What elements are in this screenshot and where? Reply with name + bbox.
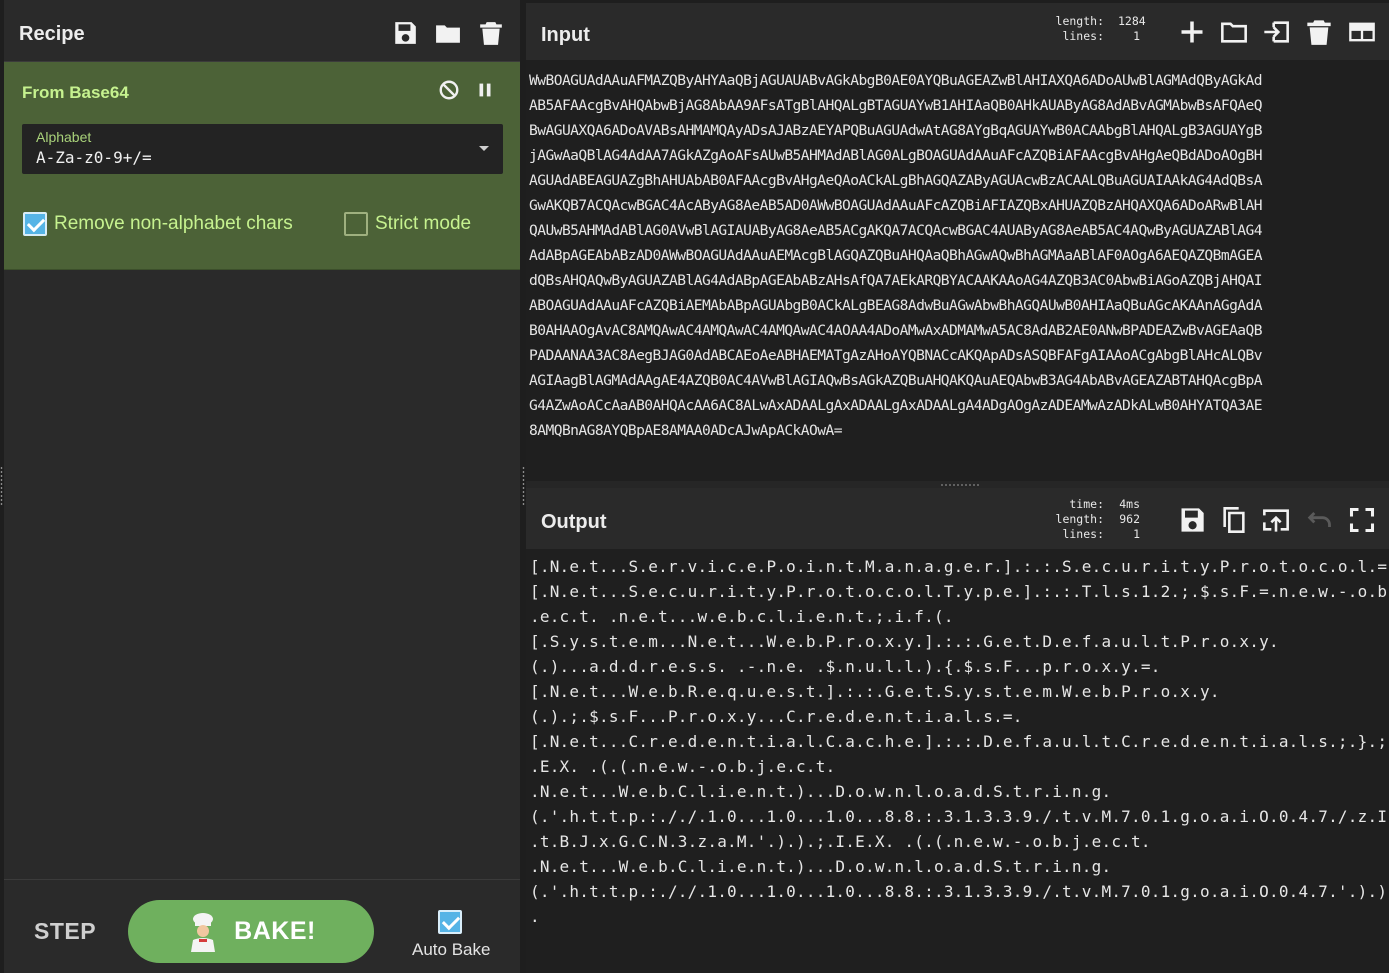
- output-panel: Output time: 4ms length: 962 lines: 1 [.N.e…: [526, 488, 1389, 973]
- alphabet-label: Alphabet: [36, 129, 92, 145]
- import-icon[interactable]: [1262, 18, 1290, 46]
- folder-icon[interactable]: [435, 19, 461, 47]
- step-button[interactable]: STEP: [34, 918, 96, 945]
- output-title: Output: [541, 511, 607, 533]
- alphabet-value: A-Za-z0-9+/=: [36, 148, 152, 167]
- input-length-label: length:: [1055, 14, 1104, 28]
- panel-divider-horizontal[interactable]: [526, 481, 1389, 488]
- output-header: Output time: 4ms length: 962 lines: 1: [526, 488, 1389, 549]
- add-icon[interactable]: [1178, 18, 1206, 46]
- recipe-panel: Recipe From Base64 Alphabet A-Za-z0-9+/=…: [0, 0, 522, 973]
- input-title: Input: [541, 24, 590, 46]
- chef-icon: [191, 912, 216, 952]
- maximize-icon[interactable]: [1348, 506, 1376, 534]
- copy-icon[interactable]: [1220, 506, 1248, 534]
- input-stats: length: 1284 lines: 1: [1052, 14, 1146, 44]
- auto-bake-checkbox[interactable]: [438, 910, 462, 934]
- checkbox-checked-icon[interactable]: [23, 212, 47, 236]
- strict-mode-label: Strict mode: [375, 213, 472, 234]
- output-lines-value: 1: [1133, 527, 1140, 541]
- output-lines-label: lines:: [1062, 527, 1104, 541]
- bake-label: BAKE!: [234, 917, 316, 945]
- input-panel: Input length: 1284 lines: 1 WwBOAGUAdAAuAF…: [526, 3, 1389, 481]
- recipe-header: Recipe: [4, 3, 520, 62]
- input-length-value: 1284: [1118, 14, 1146, 28]
- resize-handle-left[interactable]: [0, 466, 3, 506]
- remove-non-alphabet-label: Remove non-alphabet chars: [54, 213, 293, 234]
- output-time-value: 4ms: [1119, 497, 1140, 511]
- save-output-icon[interactable]: [1178, 506, 1206, 534]
- pause-icon[interactable]: [474, 79, 496, 101]
- alphabet-select[interactable]: Alphabet A-Za-z0-9+/=: [22, 124, 503, 174]
- checkbox-unchecked-icon[interactable]: [344, 212, 368, 236]
- bake-button[interactable]: BAKE!: [128, 900, 374, 963]
- remove-non-alphabet-checkbox[interactable]: Remove non-alphabet chars: [23, 210, 293, 238]
- save-icon[interactable]: [392, 19, 418, 47]
- recipe-title: Recipe: [19, 23, 85, 45]
- input-lines-value: 1: [1133, 29, 1140, 43]
- resize-handle-center[interactable]: [522, 466, 525, 506]
- output-length-label: length:: [1055, 512, 1104, 526]
- output-text: [.N.e.t...S.e.r.v.i.c.e.P.o.i.n.t.M.a.n.…: [530, 557, 1389, 926]
- layout-icon[interactable]: [1348, 18, 1376, 46]
- resize-handle-io[interactable]: [940, 484, 980, 486]
- input-textarea[interactable]: WwBOAGUAdAAuAFMAZQByAHYAaQBjAGUAUABvAGkA…: [529, 68, 1263, 443]
- trash-icon[interactable]: [478, 19, 504, 47]
- clear-input-icon[interactable]: [1305, 18, 1333, 46]
- output-time-label: time:: [1069, 497, 1104, 511]
- auto-bake-label: Auto Bake: [412, 940, 491, 959]
- bake-area: STEP BAKE! Auto Bake: [4, 879, 520, 973]
- chevron-down-icon: [479, 146, 489, 151]
- replace-input-icon[interactable]: [1262, 506, 1290, 534]
- strict-mode-checkbox[interactable]: Strict mode: [344, 210, 471, 238]
- operation-title: From Base64: [22, 83, 129, 102]
- input-lines-label: lines:: [1062, 29, 1104, 43]
- input-header: Input length: 1284 lines: 1: [526, 3, 1389, 60]
- undo-icon[interactable]: [1305, 506, 1333, 534]
- output-length-value: 962: [1119, 512, 1140, 526]
- disable-icon[interactable]: [438, 79, 460, 101]
- from-base64-operation: From Base64 Alphabet A-Za-z0-9+/= Remove…: [4, 62, 520, 270]
- output-stats: time: 4ms length: 962 lines: 1: [1052, 497, 1140, 542]
- open-folder-icon[interactable]: [1220, 18, 1248, 46]
